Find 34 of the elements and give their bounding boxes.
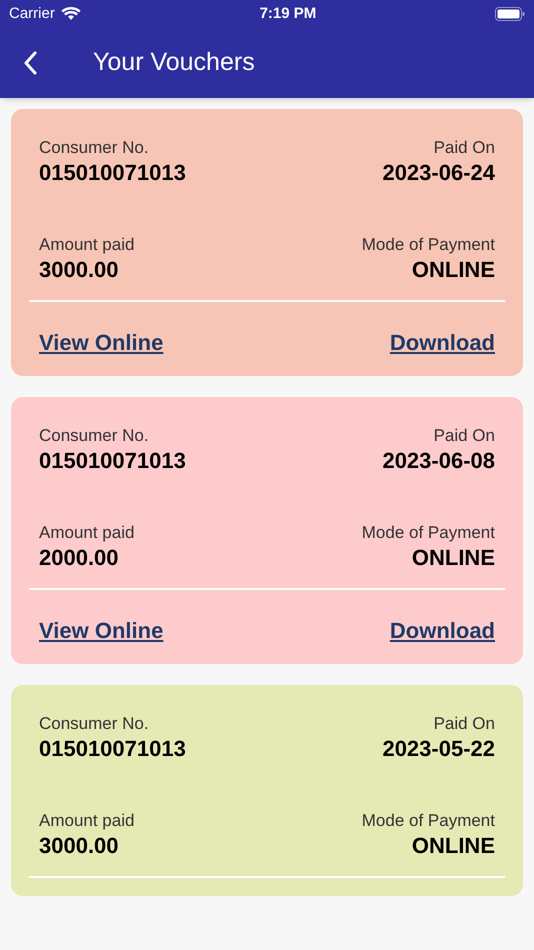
field-label: Mode of Payment xyxy=(362,810,495,832)
field-value: 015010071013 xyxy=(39,735,186,763)
field-label: Paid On xyxy=(434,713,495,735)
field-label: Paid On xyxy=(434,425,495,447)
field-value: 015010071013 xyxy=(39,447,186,475)
field-value: 015010071013 xyxy=(39,159,186,187)
field-label: Mode of Payment xyxy=(362,522,495,544)
battery-icon xyxy=(494,7,525,21)
carrier-label: Carrier xyxy=(9,4,55,24)
field-value: 3000.00 xyxy=(39,832,119,860)
download-link[interactable]: Download xyxy=(390,616,495,646)
view-online-link[interactable]: View Online xyxy=(39,616,164,646)
back-icon xyxy=(23,51,37,75)
field-label: Paid On xyxy=(434,137,495,159)
field-label: Amount paid xyxy=(39,522,134,544)
field-label: Amount paid xyxy=(39,234,134,256)
download-link[interactable]: Download xyxy=(390,328,495,358)
field-value: ONLINE xyxy=(412,544,495,572)
wifi-icon xyxy=(60,7,81,21)
field-label: Consumer No. xyxy=(39,137,149,159)
field-label: Amount paid xyxy=(39,810,134,832)
field-value: 2000.00 xyxy=(39,544,119,572)
field-value: ONLINE xyxy=(412,256,495,284)
field-value: 2023-05-22 xyxy=(382,735,495,763)
status-time: 7:19 PM xyxy=(260,4,316,24)
view-online-link[interactable]: View Online xyxy=(39,328,164,358)
field-value: 3000.00 xyxy=(39,256,119,284)
field-value: ONLINE xyxy=(412,832,495,860)
page-title: Your Vouchers xyxy=(93,47,255,78)
field-value: 2023-06-24 xyxy=(382,159,495,187)
field-label: Mode of Payment xyxy=(362,234,495,256)
field-value: 2023-06-08 xyxy=(382,447,495,475)
field-label: Consumer No. xyxy=(39,425,149,447)
field-label: Consumer No. xyxy=(39,713,149,735)
